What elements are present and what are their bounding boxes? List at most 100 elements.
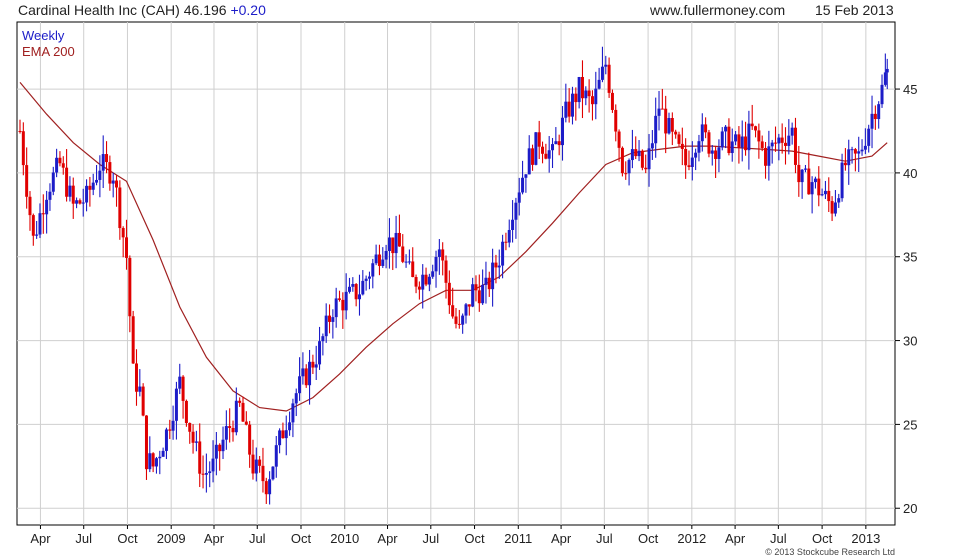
price-bar-up	[837, 198, 841, 203]
price-bar-up	[507, 229, 511, 243]
price-bar-down	[131, 316, 135, 364]
price-bar-up	[384, 251, 388, 260]
price-bar-up	[284, 430, 288, 439]
price-bar-up	[700, 124, 704, 142]
price-bar-down	[704, 124, 708, 133]
copyright: © 2013 Stockcube Research Ltd	[765, 547, 895, 557]
price-bar-up	[95, 179, 99, 183]
price-bar-up	[347, 286, 351, 292]
price-bar-down	[620, 147, 624, 174]
price-bar-up	[877, 104, 881, 120]
x-tick-label: Apr	[377, 531, 398, 546]
price-bar-down	[414, 277, 418, 287]
x-tick-label: Oct	[464, 531, 485, 546]
price-bar-up	[161, 450, 165, 457]
price-bar-up	[81, 202, 85, 204]
price-bar-down	[680, 143, 684, 149]
price-bar-up	[813, 178, 817, 183]
price-bar-up	[321, 336, 325, 342]
price-bar-up	[860, 149, 864, 152]
price-bar-down	[128, 257, 132, 317]
price-bar-up	[517, 192, 521, 203]
price-bar-up	[68, 185, 72, 197]
price-bar-down	[541, 146, 545, 154]
price-bar-down	[744, 136, 748, 151]
price-bar-down	[447, 282, 451, 306]
x-tick-label: Jul	[75, 531, 92, 546]
price-bar-down	[18, 130, 22, 132]
price-bar-down	[191, 431, 195, 443]
price-bar-up	[501, 241, 505, 266]
price-bar-down	[141, 386, 145, 416]
price-bar-down	[494, 262, 498, 268]
price-bar-up	[234, 400, 238, 433]
price-bar-down	[281, 430, 285, 439]
y-tick-label: 25	[903, 417, 917, 432]
price-bar-up	[464, 304, 468, 316]
price-bar-down	[198, 441, 202, 474]
price-bar-down	[41, 213, 45, 215]
price-bar-down	[567, 101, 571, 117]
x-tick-label: 2012	[677, 531, 706, 546]
price-bar-up	[823, 190, 827, 195]
legend-ema: EMA 200	[22, 44, 75, 59]
price-bar-down	[754, 126, 758, 131]
price-bar-down	[750, 123, 754, 127]
x-tick-label: Apr	[551, 531, 572, 546]
x-tick-label: Jul	[770, 531, 787, 546]
price-bar-up	[484, 277, 488, 285]
price-bar-up	[324, 315, 328, 337]
price-bar-down	[125, 237, 129, 258]
price-bar-up	[394, 232, 398, 254]
price-bar-up	[627, 160, 631, 174]
price-bar-up	[51, 172, 55, 192]
price-bar-up	[154, 458, 158, 467]
x-tick-label: Apr	[30, 531, 51, 546]
price-bar-up	[647, 148, 651, 170]
price-bar-down	[544, 153, 548, 159]
price-bar-up	[697, 141, 701, 153]
price-bar-down	[757, 130, 761, 142]
price-bar-up	[434, 256, 438, 272]
price-bar-up	[883, 72, 887, 85]
price-bar-up	[885, 68, 889, 73]
price-bar-up	[85, 185, 89, 203]
y-tick-label: 35	[903, 250, 917, 265]
price-bar-down	[25, 165, 29, 197]
price-bar-up	[421, 274, 425, 290]
price-bar-down	[853, 149, 857, 154]
price-bar-up	[650, 143, 654, 149]
price-bar-down	[817, 178, 821, 196]
price-bar-up	[547, 150, 551, 159]
price-bar-up	[534, 132, 538, 165]
price-bar-down	[610, 92, 614, 110]
price-bar-up	[214, 444, 218, 459]
price-bar-down	[78, 200, 82, 204]
price-bar-down	[531, 148, 535, 165]
price-bar-up	[291, 403, 295, 423]
x-tick-label: Apr	[204, 531, 225, 546]
price-bar-up	[777, 137, 781, 144]
price-bar-down	[328, 315, 332, 322]
legend-weekly: Weekly	[22, 28, 65, 43]
price-bar-down	[797, 164, 801, 183]
price-bar-up	[747, 123, 751, 151]
price-bar-up	[221, 439, 225, 452]
price-bar-up	[381, 259, 385, 266]
price-bar-up	[491, 262, 495, 290]
price-bar-up	[570, 93, 574, 117]
price-bar-down	[487, 277, 491, 290]
price-bar-up	[597, 79, 601, 89]
y-tick-label: 40	[903, 166, 917, 181]
price-bar-up	[803, 168, 807, 170]
price-bar-down	[830, 201, 834, 214]
price-bar-up	[271, 466, 275, 480]
price-bar-up	[863, 145, 867, 150]
price-bar-up	[75, 200, 79, 204]
price-bar-down	[640, 150, 644, 168]
price-bar-up	[767, 146, 771, 166]
price-bar-up	[630, 149, 634, 161]
price-bar-down	[121, 228, 125, 238]
price-bar-down	[251, 454, 255, 474]
price-bar-down	[391, 237, 395, 254]
